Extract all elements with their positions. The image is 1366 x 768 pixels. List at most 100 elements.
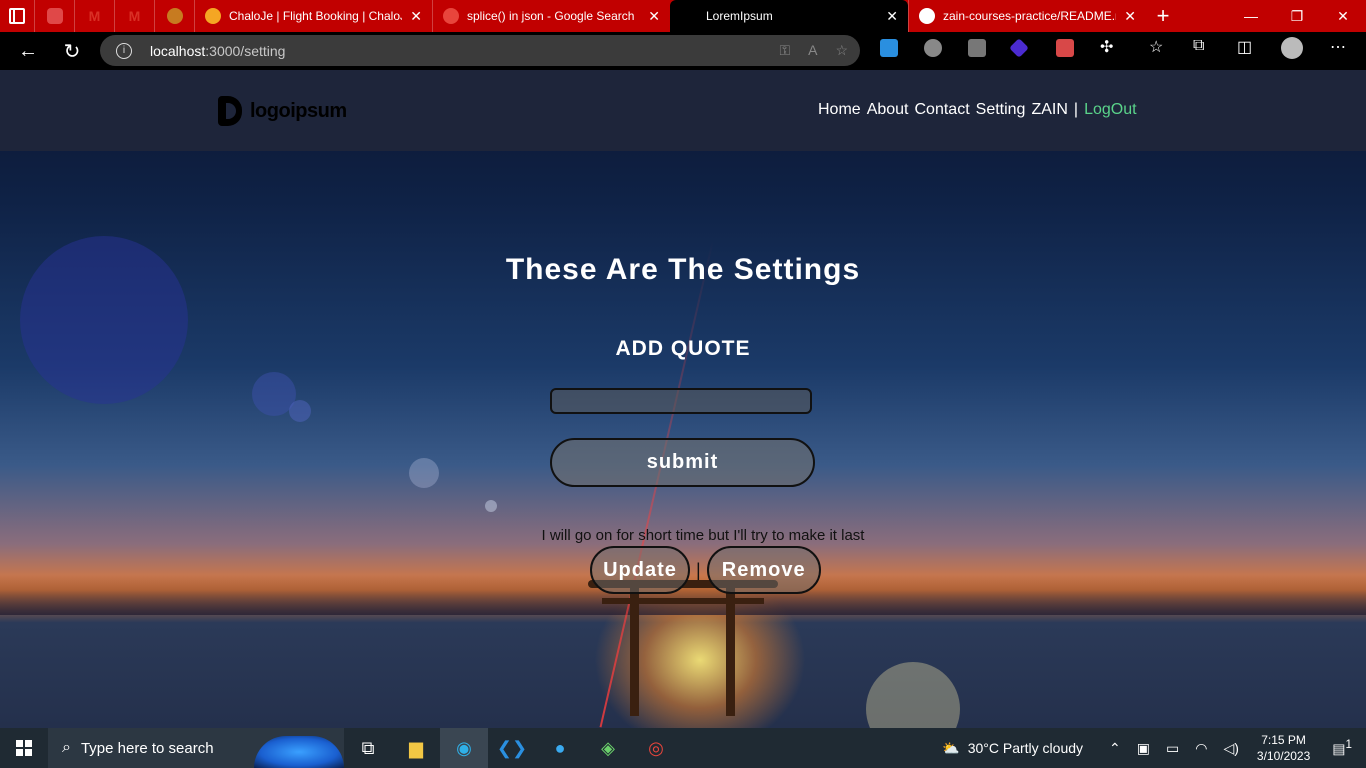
extension-icon[interactable]	[924, 39, 942, 57]
maximize-button[interactable]: ❐	[1274, 0, 1320, 32]
system-tray: ⛅ 30°C Partly cloudy ⌃ ▣ ▭ ◠ ◁) 7:15 PM …	[942, 728, 1366, 768]
windows-taskbar: ⌕ Type here to search ⧉ ▆ ◉ ❮❯ ● ◈ ◎ ⛅ 3…	[0, 728, 1366, 768]
vscode-taskbar-icon[interactable]: ❮❯	[488, 728, 536, 768]
remove-button[interactable]: Remove	[706, 546, 821, 594]
gmail-icon: M	[88, 8, 101, 24]
nav-user-link[interactable]: ZAIN	[1031, 101, 1067, 119]
submit-button[interactable]: submit	[550, 438, 815, 487]
tab-title: zain-courses-practice/README.md	[943, 9, 1117, 23]
collections-icon[interactable]: ⧉	[1193, 37, 1204, 55]
chevron-up-icon[interactable]: ⌃	[1109, 740, 1121, 757]
search-icon: ⌕	[62, 739, 71, 756]
tab-loremipsum[interactable]: LoremIpsum ✕	[670, 0, 908, 32]
read-aloud-icon[interactable]: A	[808, 42, 817, 59]
logo-mark-icon	[218, 96, 242, 126]
pinned-tab-1[interactable]	[34, 0, 74, 32]
edge-bar-icon[interactable]: ◫	[1237, 37, 1252, 57]
clock-time: 7:15 PM	[1261, 733, 1306, 747]
page-title: These Are The Settings	[505, 253, 861, 286]
volume-icon[interactable]: ◁)	[1223, 740, 1238, 757]
edge-taskbar-icon[interactable]: ◉	[440, 728, 488, 768]
pinned-tab-gmail-1[interactable]: M	[74, 0, 114, 32]
button-separator: |	[696, 559, 701, 580]
wifi-icon[interactable]: ◠	[1195, 740, 1207, 757]
tab-google-search[interactable]: splice() in json - Google Search ✕	[432, 0, 670, 32]
back-arrow-icon[interactable]: ←	[6, 40, 50, 63]
bokeh-decoration	[409, 458, 439, 488]
site-navbar: logoipsum Home About Contact Setting ZAI…	[0, 70, 1366, 151]
taskbar-search[interactable]: ⌕ Type here to search	[48, 728, 344, 768]
windows-logo-icon	[16, 740, 32, 756]
add-favorite-icon[interactable]: ☆	[835, 42, 848, 59]
site-info-icon[interactable]: i	[116, 42, 132, 59]
close-tab-icon[interactable]: ✕	[1124, 8, 1136, 25]
update-button[interactable]: Update	[590, 546, 690, 594]
partly-cloudy-icon: ⛅	[942, 739, 960, 756]
address-bar[interactable]: i localhost:3000/setting ⚿ A ☆	[100, 35, 860, 66]
logout-link[interactable]: LogOut	[1084, 101, 1136, 119]
extension-icon[interactable]	[968, 39, 986, 57]
close-tab-icon[interactable]: ✕	[648, 8, 660, 25]
site-logo[interactable]: logoipsum	[218, 96, 347, 126]
close-tab-icon[interactable]: ✕	[886, 8, 898, 25]
refresh-icon[interactable]: ↻	[50, 39, 94, 64]
tab-title: ChaloJe | Flight Booking | ChaloJe	[229, 9, 403, 23]
pinned-favicon-icon	[46, 8, 63, 24]
clock[interactable]: 7:15 PM 3/10/2023	[1257, 732, 1310, 764]
tab-title: LoremIpsum	[706, 9, 773, 23]
extensions-puzzle-icon[interactable]: ✣	[1100, 37, 1113, 57]
close-tab-icon[interactable]: ✕	[410, 8, 422, 25]
omnibox-icons: ⚿ A ☆	[779, 42, 848, 59]
battery-icon[interactable]: ▭	[1166, 740, 1179, 757]
task-view-icon[interactable]: ⧉	[344, 728, 392, 768]
torii-gate-image	[588, 580, 778, 720]
tab-actions-icon	[9, 8, 25, 24]
pinned-tab-gmail-2[interactable]: M	[114, 0, 154, 32]
google-favicon-icon	[443, 8, 459, 24]
add-quote-heading: ADD QUOTE	[615, 337, 751, 360]
extension-icon[interactable]	[1056, 39, 1074, 57]
tab-actions-button[interactable]	[0, 0, 34, 32]
nav-menu: Home About Contact Setting ZAIN | LogOut	[818, 101, 1143, 119]
nav-contact-link[interactable]: Contact	[915, 101, 970, 119]
nav-separator: |	[1073, 101, 1079, 118]
url-host: localhost	[150, 42, 206, 59]
bokeh-decoration	[866, 662, 960, 728]
app-taskbar-icon[interactable]: ●	[536, 728, 584, 768]
nav-about-link[interactable]: About	[867, 101, 909, 119]
search-highlight-image	[254, 736, 344, 768]
pinned-tab-4[interactable]	[154, 0, 194, 32]
page-content: logoipsum Home About Contact Setting ZAI…	[0, 70, 1366, 728]
tab-strip: M M ChaloJe | Flight Booking | ChaloJe ✕…	[0, 0, 1366, 32]
url-path: :3000/setting	[205, 42, 286, 59]
search-placeholder: Type here to search	[80, 739, 214, 757]
extension-icon[interactable]	[1009, 38, 1029, 58]
weather-desc: Partly cloudy	[1002, 740, 1084, 756]
weather-widget[interactable]: ⛅ 30°C Partly cloudy	[942, 740, 1083, 757]
profile-avatar[interactable]	[1281, 37, 1303, 59]
quote-input[interactable]	[550, 388, 812, 414]
quote-item-text: I will go on for short time but I'll try…	[541, 527, 865, 544]
url-text: localhost:3000/setting	[150, 43, 285, 59]
start-button[interactable]	[0, 728, 48, 768]
window-controls: — ❐ ✕	[1228, 0, 1366, 32]
bokeh-decoration	[485, 500, 497, 512]
tab-chaloje[interactable]: ChaloJe | Flight Booking | ChaloJe ✕	[194, 0, 432, 32]
quote-actions: Update | Remove	[590, 546, 821, 594]
bokeh-decoration	[289, 400, 311, 422]
more-options-icon[interactable]: ⋯	[1330, 37, 1346, 57]
chrome-taskbar-icon[interactable]: ◎	[632, 728, 680, 768]
nav-setting-link[interactable]: Setting	[976, 101, 1026, 119]
nav-home-link[interactable]: Home	[818, 101, 861, 119]
minimize-button[interactable]: —	[1228, 0, 1274, 32]
file-explorer-icon[interactable]: ▆	[392, 728, 440, 768]
app-taskbar-icon[interactable]: ◈	[584, 728, 632, 768]
key-icon[interactable]: ⚿	[779, 42, 790, 59]
tab-github-readme[interactable]: zain-courses-practice/README.md ✕	[908, 0, 1146, 32]
new-tab-button[interactable]: +	[1146, 3, 1180, 29]
extension-icon[interactable]	[880, 39, 898, 57]
favorites-icon[interactable]: ☆	[1149, 37, 1163, 57]
meet-now-icon[interactable]: ▣	[1137, 740, 1150, 757]
close-window-button[interactable]: ✕	[1320, 0, 1366, 32]
notifications-icon[interactable]: ▤1	[1332, 738, 1352, 758]
